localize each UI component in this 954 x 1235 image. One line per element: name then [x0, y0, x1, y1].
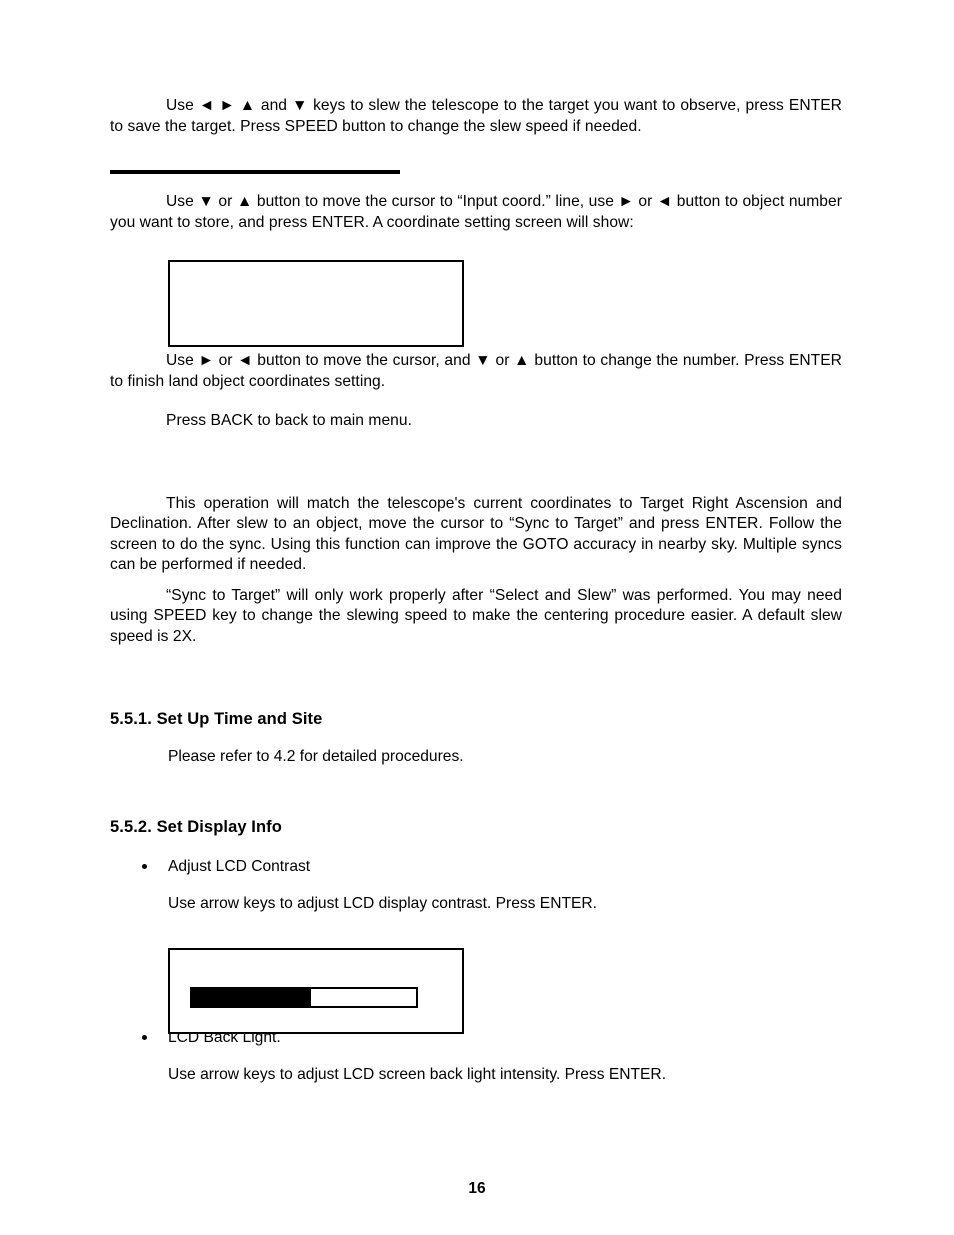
- paragraph-press-back: Press BACK to back to main menu.: [166, 412, 413, 429]
- bullet-dot-icon: [142, 1034, 147, 1040]
- document-content: Use ◄ ► ▲ and ▼ keys to slew the telesco…: [110, 96, 842, 1086]
- paragraph-sync-operation: This operation will match the telescope'…: [110, 494, 842, 574]
- bullet-dot-icon: [142, 863, 147, 869]
- lcd-contrast-slider[interactable]: [190, 987, 418, 1008]
- lcd-contrast-slider-fill: [192, 989, 311, 1006]
- paragraph-input-coord: Use ▼ or ▲ button to move the cursor to …: [110, 193, 842, 231]
- page-number: 16: [468, 1180, 486, 1197]
- paragraph-sync-note: “Sync to Target” will only work properly…: [110, 586, 842, 645]
- document-page: Use ◄ ► ▲ and ▼ keys to slew the telesco…: [0, 0, 954, 1235]
- paragraph-back-light-body: Use arrow keys to adjust LCD screen back…: [168, 1066, 667, 1083]
- redaction-rule: [110, 170, 400, 174]
- lcd-coordinate-setting-screen: [168, 260, 464, 347]
- heading-5-5-1: 5.5.1. Set Up Time and Site: [110, 710, 323, 728]
- heading-5-5-2: 5.5.2. Set Display Info: [110, 817, 282, 836]
- list-item-adjust-lcd-contrast: Adjust LCD Contrast: [110, 857, 842, 878]
- paragraph-5-5-1-body: Please refer to 4.2 for detailed procedu…: [168, 748, 464, 765]
- bullet-list-display-info: Adjust LCD Contrast: [110, 857, 842, 878]
- paragraph-adjust-contrast-body: Use arrow keys to adjust LCD display con…: [168, 895, 597, 912]
- paragraph-move-cursor: Use ► or ◄ button to move the cursor, an…: [110, 352, 842, 390]
- paragraph-slew-target: Use ◄ ► ▲ and ▼ keys to slew the telesco…: [110, 97, 842, 135]
- list-item-label: Adjust LCD Contrast: [168, 857, 311, 875]
- section-rule-block: [110, 156, 842, 192]
